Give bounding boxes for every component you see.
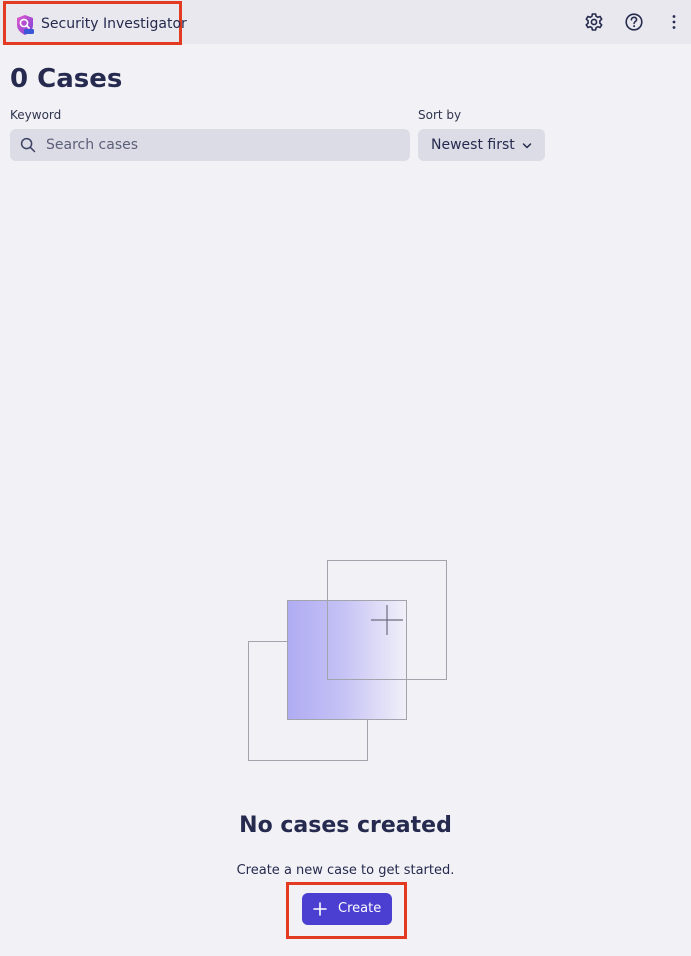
- top-bar: Security Investigator: [0, 0, 691, 45]
- chevron-down-icon: [522, 143, 532, 149]
- search-field[interactable]: [10, 129, 410, 161]
- page-title: 0 Cases: [10, 64, 123, 94]
- gear-icon[interactable]: [583, 11, 605, 33]
- security-investigator-logo-icon: [17, 15, 34, 35]
- more-vertical-icon[interactable]: [663, 11, 685, 33]
- keyword-label: Keyword: [10, 108, 62, 122]
- empty-state-subtitle: Create a new case to get started.: [236, 863, 455, 878]
- help-circle-icon[interactable]: [623, 11, 645, 33]
- empty-state-title: No cases created: [239, 813, 452, 838]
- sort-dropdown[interactable]: Newest first: [418, 129, 545, 161]
- search-icon: [20, 137, 36, 153]
- create-case-button[interactable]: Create: [302, 893, 392, 925]
- create-button-label: Create: [338, 901, 382, 916]
- empty-cases-illustration: [248, 560, 447, 761]
- app-title: Security Investigator: [41, 16, 187, 32]
- sort-by-label: Sort by: [418, 108, 462, 122]
- app-title-highlight[interactable]: Security Investigator: [3, 1, 187, 45]
- plus-icon: [313, 902, 327, 916]
- sort-selected-value: Newest first: [431, 137, 515, 153]
- search-input[interactable]: [46, 129, 400, 161]
